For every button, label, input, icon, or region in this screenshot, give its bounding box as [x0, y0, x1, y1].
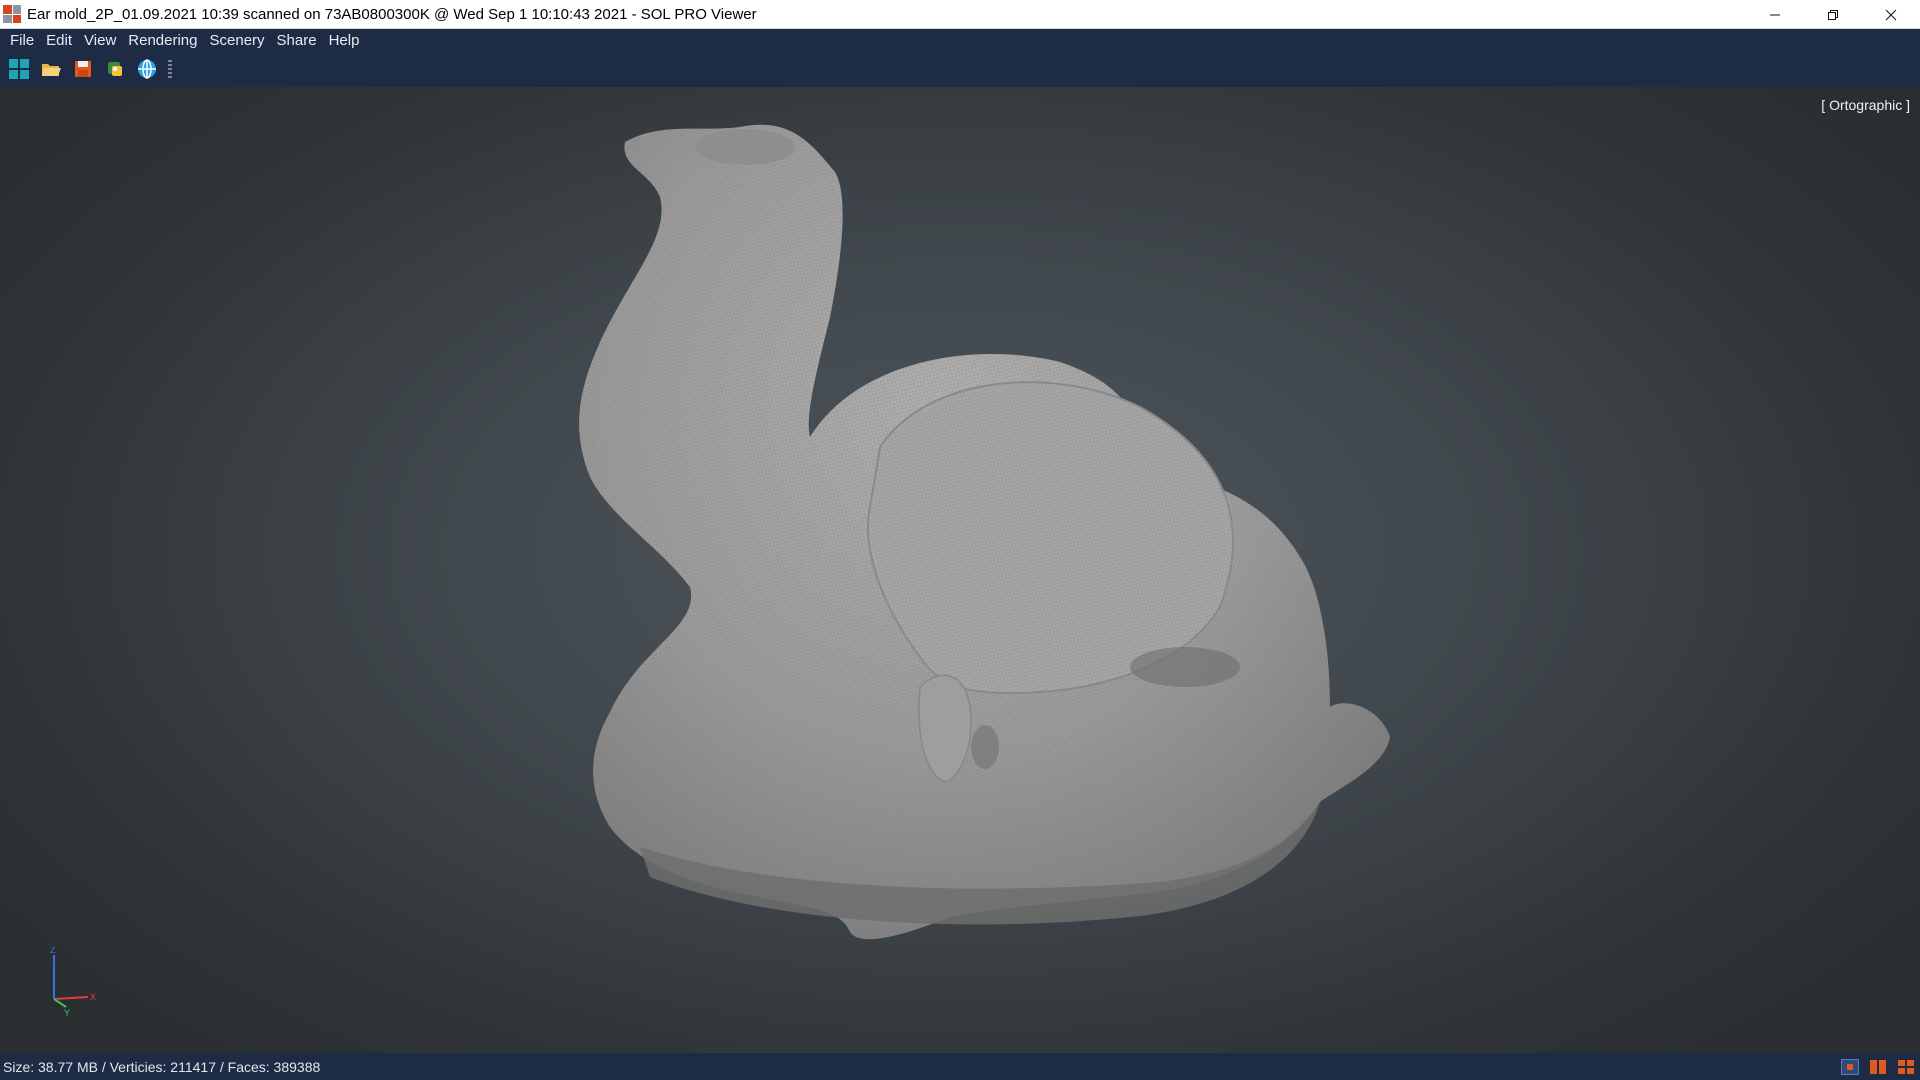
y-axis-line — [53, 998, 67, 1008]
y-axis-label: Y — [64, 1008, 70, 1017]
menu-toolbar-area: File Edit View Rendering Scenery Share H… — [0, 29, 1920, 87]
menu-edit[interactable]: Edit — [40, 29, 78, 53]
open-folder-icon[interactable] — [38, 56, 64, 82]
window-title: Ear mold_2P_01.09.2021 10:39 scanned on … — [27, 5, 757, 23]
menu-help[interactable]: Help — [323, 29, 366, 53]
mesh-patch — [1130, 647, 1240, 687]
close-icon[interactable] — [1862, 0, 1920, 29]
concha-lobe-wireframe — [868, 382, 1234, 694]
menu-bar: File Edit View Rendering Scenery Share H… — [0, 29, 1920, 53]
plugin-icon[interactable] — [102, 56, 128, 82]
save-icon[interactable] — [70, 56, 96, 82]
view-layout-buttons — [1840, 1057, 1916, 1076]
toolbar — [0, 53, 1920, 85]
z-axis-label: Z — [50, 947, 56, 955]
mesh-patch — [971, 725, 999, 769]
status-bar: Size: 38.77 MB / Verticies: 211417 / Fac… — [0, 1053, 1920, 1080]
menu-rendering[interactable]: Rendering — [122, 29, 203, 53]
toolbar-grip[interactable] — [168, 60, 172, 78]
split-view-icon[interactable] — [1868, 1057, 1888, 1076]
menu-scenery[interactable]: Scenery — [204, 29, 271, 53]
menu-share[interactable]: Share — [271, 29, 323, 53]
quad-view-icon[interactable] — [1896, 1057, 1916, 1076]
minimize-icon[interactable] — [1746, 0, 1804, 29]
single-view-icon[interactable] — [1840, 1057, 1860, 1076]
axis-gizmo: Z X Y — [50, 947, 96, 1017]
globe-icon[interactable] — [134, 56, 160, 82]
menu-file[interactable]: File — [4, 29, 40, 53]
title-bar: Ear mold_2P_01.09.2021 10:39 scanned on … — [0, 0, 1920, 29]
app-logo-icon — [3, 5, 21, 23]
canal-tip — [695, 129, 795, 165]
restore-icon[interactable] — [1804, 0, 1862, 29]
model-stats: Size: 38.77 MB / Verticies: 211417 / Fac… — [3, 1058, 321, 1075]
3d-viewport[interactable]: [ Ortographic ] Z X Y — [0, 87, 1920, 1053]
grid-view-icon[interactable] — [6, 56, 32, 82]
x-axis-line — [53, 996, 89, 1000]
menu-view[interactable]: View — [78, 29, 122, 53]
ear-mold-mesh[interactable] — [0, 87, 1920, 1053]
window-controls — [1746, 0, 1920, 29]
x-axis-label: X — [90, 992, 96, 1002]
